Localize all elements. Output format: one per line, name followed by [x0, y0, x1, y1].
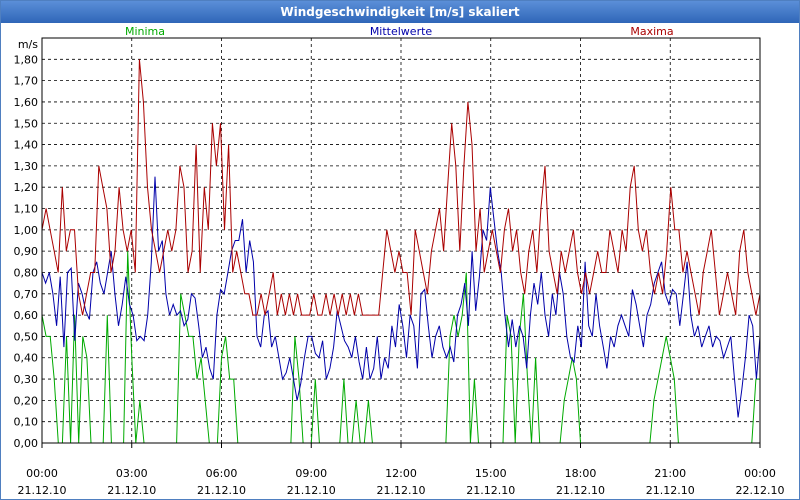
y-tick-label: 1,60 [14, 96, 39, 109]
x-tick-time: 15:00 [475, 467, 507, 480]
legend-maxima: Maxima [630, 25, 673, 38]
y-tick-label: 0,40 [14, 352, 39, 365]
y-tick-label: 0,90 [14, 245, 39, 258]
x-tick-date: 21.12.10 [377, 484, 426, 497]
y-tick-label: 1,50 [14, 117, 39, 130]
y-tick-label: 1,70 [14, 75, 39, 88]
x-tick-time: 06:00 [206, 467, 238, 480]
legend: Minima Mittelwerte Maxima [125, 25, 674, 38]
x-tick-time: 21:00 [654, 467, 686, 480]
y-tick-label: 1,20 [14, 181, 39, 194]
y-tick-label: 0,10 [14, 416, 39, 429]
series-line-maxima [41, 59, 761, 316]
x-tick-time: 12:00 [385, 467, 417, 480]
y-axis-unit: m/s [18, 38, 38, 51]
x-tick-time: 00:00 [744, 467, 776, 480]
x-tick-date: 21.12.10 [556, 484, 605, 497]
x-tick-time: 18:00 [565, 467, 597, 480]
axis-labels: 0,00 0,10 0,20 0,30 0,40 0,50 0,60 0,70 0,80 0,90… [14, 38, 785, 497]
y-tick-label: 0,00 [14, 437, 39, 450]
x-tick-date: 21.12.10 [466, 484, 515, 497]
y-tick-label: 0,30 [14, 373, 39, 386]
x-tick-date: 22.12.10 [736, 484, 785, 497]
x-tick-time: 09:00 [295, 467, 327, 480]
wind-speed-chart: 0,00 0,10 0,20 0,30 0,40 0,50 0,60 0,70 0,80 0,90… [14, 25, 785, 497]
legend-minima: Minima [125, 25, 165, 38]
y-tick-label: 0,50 [14, 330, 39, 343]
y-tick-label: 1,10 [14, 203, 39, 216]
x-tick-date: 21.12.10 [287, 484, 336, 497]
x-tick-time: 03:00 [116, 467, 148, 480]
x-tick-date: 21.12.10 [197, 484, 246, 497]
x-tick-date: 21.12.10 [107, 484, 156, 497]
y-tick-label: 1,80 [14, 53, 39, 66]
legend-mittelwerte: Mittelwerte [370, 25, 433, 38]
y-tick-label: 1,00 [14, 224, 39, 237]
grid-lines [42, 38, 760, 444]
x-tick-date: 21.12.10 [18, 484, 67, 497]
x-tick-time: 00:00 [26, 467, 58, 480]
y-tick-label: 0,70 [14, 288, 39, 301]
x-tick-date: 21.12.10 [646, 484, 695, 497]
y-tick-label: 0,20 [14, 394, 39, 407]
y-tick-label: 0,80 [14, 266, 39, 279]
y-tick-label: 1,30 [14, 160, 39, 173]
y-tick-label: 1,40 [14, 139, 39, 152]
y-tick-label: 0,60 [14, 309, 39, 322]
